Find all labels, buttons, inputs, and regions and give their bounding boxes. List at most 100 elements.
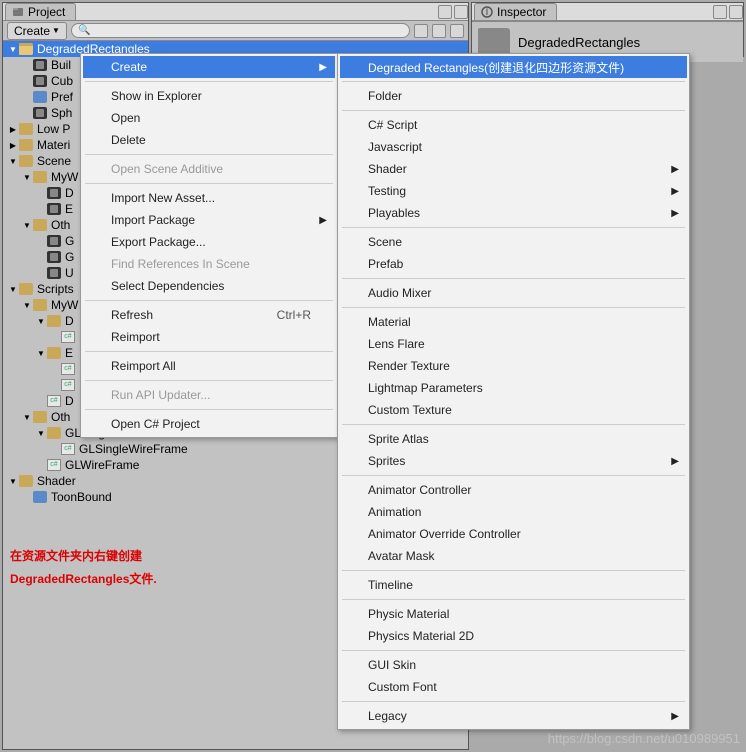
menu-item-label: Audio Mixer [368, 286, 431, 300]
foldout-icon[interactable] [22, 92, 32, 102]
foldout-icon[interactable] [22, 60, 32, 70]
tree-label: ToonBound [51, 490, 112, 504]
foldout-icon[interactable] [22, 492, 32, 502]
unity-icon [47, 187, 61, 199]
foldout-icon[interactable] [36, 460, 46, 470]
menu-item-label: Render Texture [368, 359, 450, 373]
foldout-icon[interactable] [36, 204, 46, 214]
foldout-icon[interactable] [36, 396, 46, 406]
tree-label: G [65, 234, 74, 248]
create-dropdown[interactable]: Create ▼ [7, 22, 67, 40]
foldout-icon[interactable] [50, 380, 60, 390]
menu-item-label: Degraded Rectangles(创建退化四边形资源文件) [368, 59, 624, 76]
menu-item[interactable]: Folder [340, 85, 687, 107]
menu-item[interactable]: Testing▶ [340, 180, 687, 202]
menu-item[interactable]: Import Package▶ [83, 209, 335, 231]
menu-item[interactable]: Custom Texture [340, 399, 687, 421]
inspector-tab-header: i Inspector [472, 3, 743, 21]
foldout-icon[interactable]: ▼ [36, 316, 46, 326]
foldout-icon[interactable] [36, 252, 46, 262]
lock-icon[interactable] [438, 5, 452, 19]
foldout-icon[interactable] [50, 332, 60, 342]
foldout-icon[interactable]: ▼ [22, 300, 32, 310]
menu-item[interactable]: Scene [340, 231, 687, 253]
menu-item[interactable]: Timeline [340, 574, 687, 596]
menu-item-label: Playables [368, 206, 420, 220]
foldout-icon[interactable] [36, 268, 46, 278]
project-tab[interactable]: Project [5, 3, 76, 20]
panel-menu-icon[interactable] [454, 5, 468, 19]
menu-item[interactable]: Select Dependencies [83, 275, 335, 297]
lock-icon[interactable] [713, 5, 727, 19]
menu-item[interactable]: Audio Mixer [340, 282, 687, 304]
menu-item[interactable]: Material [340, 311, 687, 333]
menu-item[interactable]: Show in Explorer [83, 85, 335, 107]
tree-label: MyW [51, 170, 78, 184]
menu-item[interactable]: Legacy▶ [340, 705, 687, 727]
panel-menu-icon[interactable] [729, 5, 743, 19]
menu-item[interactable]: Open C# Project [83, 413, 335, 435]
menu-item[interactable]: Javascript [340, 136, 687, 158]
menu-item[interactable]: GUI Skin [340, 654, 687, 676]
foldout-icon[interactable] [50, 364, 60, 374]
menu-item[interactable]: Sprites▶ [340, 450, 687, 472]
menu-separator [342, 278, 685, 279]
foldout-icon[interactable]: ▼ [36, 348, 46, 358]
foldout-icon[interactable]: ▼ [8, 284, 18, 294]
inspector-tab[interactable]: i Inspector [474, 3, 557, 20]
foldout-icon[interactable]: ▼ [8, 44, 18, 54]
menu-item[interactable]: Animation [340, 501, 687, 523]
menu-item[interactable]: Shader▶ [340, 158, 687, 180]
menu-item-label: Javascript [368, 140, 422, 154]
menu-item[interactable]: Reimport All [83, 355, 335, 377]
menu-item-label: Custom Font [368, 680, 437, 694]
foldout-icon[interactable]: ▼ [22, 220, 32, 230]
menu-item[interactable]: Playables▶ [340, 202, 687, 224]
menu-separator [342, 701, 685, 702]
foldout-icon[interactable]: ▼ [22, 412, 32, 422]
search-input[interactable]: 🔍 [71, 23, 410, 38]
tree-label: Scene [37, 154, 71, 168]
menu-item[interactable]: Reimport [83, 326, 335, 348]
foldout-icon[interactable] [36, 236, 46, 246]
tree-label: Scripts [37, 282, 74, 296]
foldout-icon[interactable]: ▼ [36, 428, 46, 438]
menu-item[interactable]: Lightmap Parameters [340, 377, 687, 399]
menu-item[interactable]: Prefab [340, 253, 687, 275]
foldout-icon[interactable] [22, 108, 32, 118]
menu-item[interactable]: Degraded Rectangles(创建退化四边形资源文件) [340, 56, 687, 78]
menu-item-label: Sprites [368, 454, 405, 468]
menu-item[interactable]: C# Script [340, 114, 687, 136]
menu-item[interactable]: Physic Material [340, 603, 687, 625]
foldout-icon[interactable]: ▼ [8, 156, 18, 166]
menu-item-label: Shader [368, 162, 407, 176]
menu-item[interactable]: Animator Override Controller [340, 523, 687, 545]
menu-item[interactable]: Export Package... [83, 231, 335, 253]
menu-item[interactable]: Create▶ [83, 56, 335, 78]
menu-item[interactable]: Lens Flare [340, 333, 687, 355]
menu-item-label: Open C# Project [111, 417, 200, 431]
cs-icon: c# [61, 363, 75, 375]
menu-item[interactable]: Open [83, 107, 335, 129]
menu-item[interactable]: Import New Asset... [83, 187, 335, 209]
menu-separator [342, 424, 685, 425]
menu-item[interactable]: RefreshCtrl+R [83, 304, 335, 326]
menu-item[interactable]: Physics Material 2D [340, 625, 687, 647]
foldout-icon[interactable] [22, 76, 32, 86]
foldout-icon[interactable] [50, 444, 60, 454]
filter-label-icon[interactable] [450, 24, 464, 38]
menu-item[interactable]: Animator Controller [340, 479, 687, 501]
foldout-icon[interactable]: ▶ [8, 124, 18, 134]
menu-item[interactable]: Delete [83, 129, 335, 151]
filter-star-icon[interactable] [414, 24, 428, 38]
menu-item[interactable]: Custom Font [340, 676, 687, 698]
unity-icon [33, 107, 47, 119]
filter-type-icon[interactable] [432, 24, 446, 38]
foldout-icon[interactable]: ▼ [8, 476, 18, 486]
menu-item[interactable]: Sprite Atlas [340, 428, 687, 450]
foldout-icon[interactable] [36, 188, 46, 198]
menu-item[interactable]: Avatar Mask [340, 545, 687, 567]
menu-item[interactable]: Render Texture [340, 355, 687, 377]
foldout-icon[interactable]: ▼ [22, 172, 32, 182]
foldout-icon[interactable]: ▶ [8, 140, 18, 150]
